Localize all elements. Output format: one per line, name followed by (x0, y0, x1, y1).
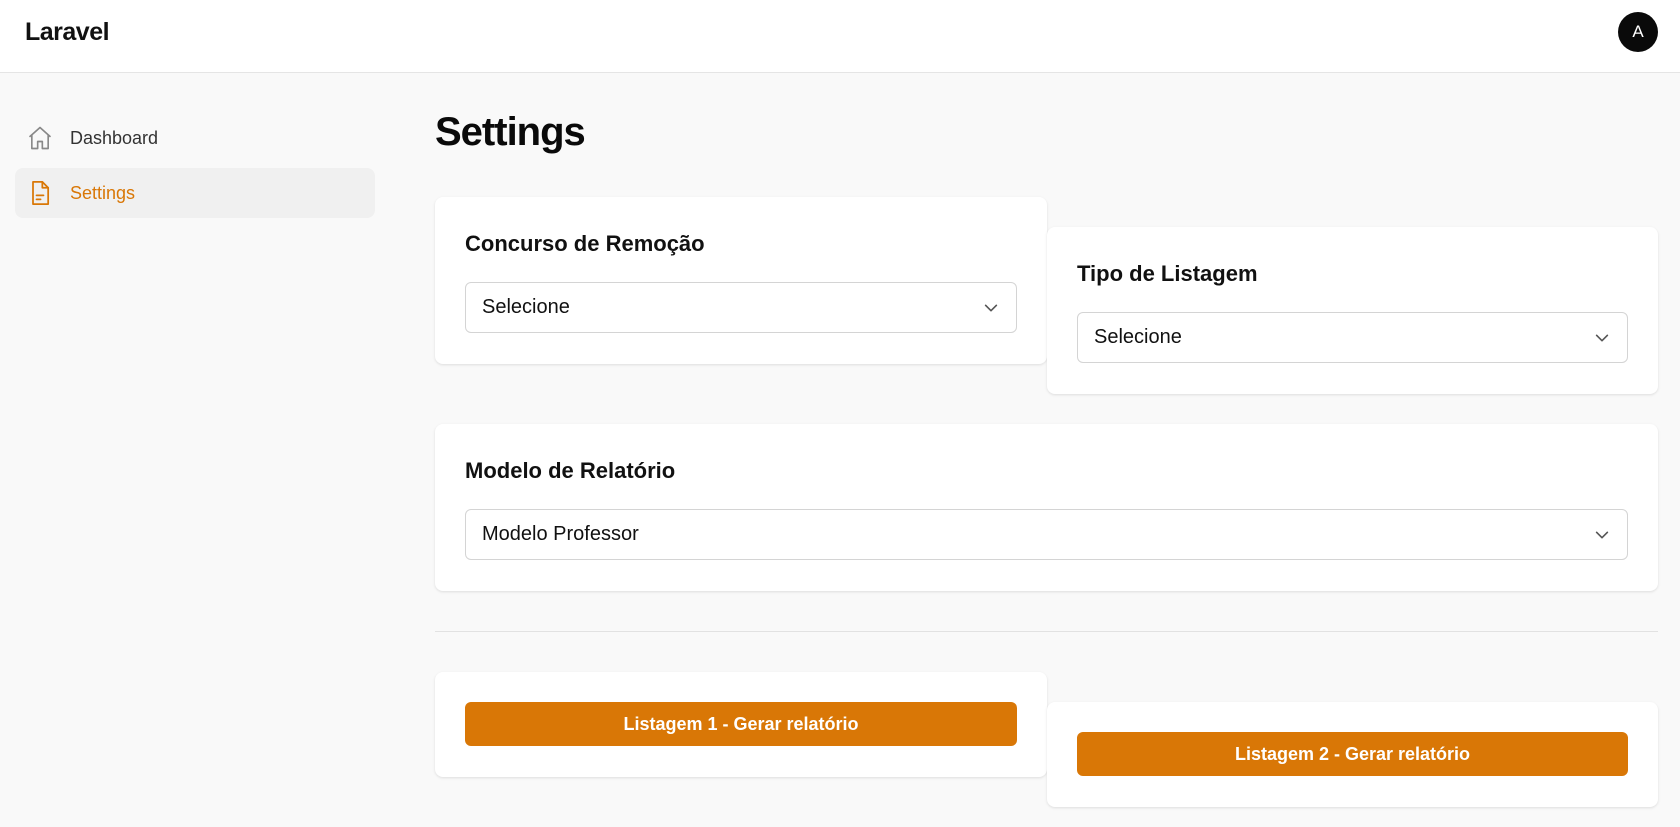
tipo-listagem-title: Tipo de Listagem (1077, 261, 1258, 286)
sidebar-item-dashboard[interactable]: Dashboard (15, 113, 375, 163)
concurso-title: Concurso de Remoção (465, 231, 705, 256)
listagem-2-card: Listagem 2 - Gerar relatório (1047, 702, 1658, 807)
user-avatar[interactable]: A (1618, 12, 1658, 52)
section-divider (435, 631, 1658, 632)
modelo-relatorio-card: Modelo de Relatório Modelo Professor (435, 424, 1658, 591)
modelo-relatorio-select[interactable]: Modelo Professor (465, 509, 1628, 560)
modelo-relatorio-select-value: Modelo Professor (482, 523, 639, 545)
chevron-down-icon (984, 304, 998, 312)
sidebar-item-settings[interactable]: Settings (15, 168, 375, 218)
sidebar: Dashboard Settings (15, 113, 375, 223)
tipo-listagem-select[interactable]: Selecione (1077, 312, 1628, 363)
listagem-2-generate-button[interactable]: Listagem 2 - Gerar relatório (1077, 732, 1628, 776)
tipo-listagem-select-value: Selecione (1094, 326, 1182, 348)
document-icon (26, 179, 54, 207)
chevron-down-icon (1595, 531, 1609, 539)
concurso-select[interactable]: Selecione (465, 282, 1017, 333)
concurso-card: Concurso de Remoção Selecione (435, 197, 1047, 364)
home-icon (26, 124, 54, 152)
chevron-down-icon (1595, 334, 1609, 342)
concurso-select-value: Selecione (482, 296, 570, 318)
avatar-initial: A (1632, 22, 1644, 41)
sidebar-item-label: Settings (70, 182, 136, 203)
page-title: Settings (435, 110, 586, 154)
tipo-listagem-card: Tipo de Listagem Selecione (1047, 227, 1658, 394)
listagem-1-generate-button[interactable]: Listagem 1 - Gerar relatório (465, 702, 1017, 746)
sidebar-item-label: Dashboard (70, 127, 159, 148)
top-bar: Laravel A (0, 0, 1680, 73)
listagem-1-card: Listagem 1 - Gerar relatório (435, 672, 1047, 777)
modelo-relatorio-title: Modelo de Relatório (465, 458, 676, 483)
brand-logo[interactable]: Laravel (25, 18, 110, 47)
